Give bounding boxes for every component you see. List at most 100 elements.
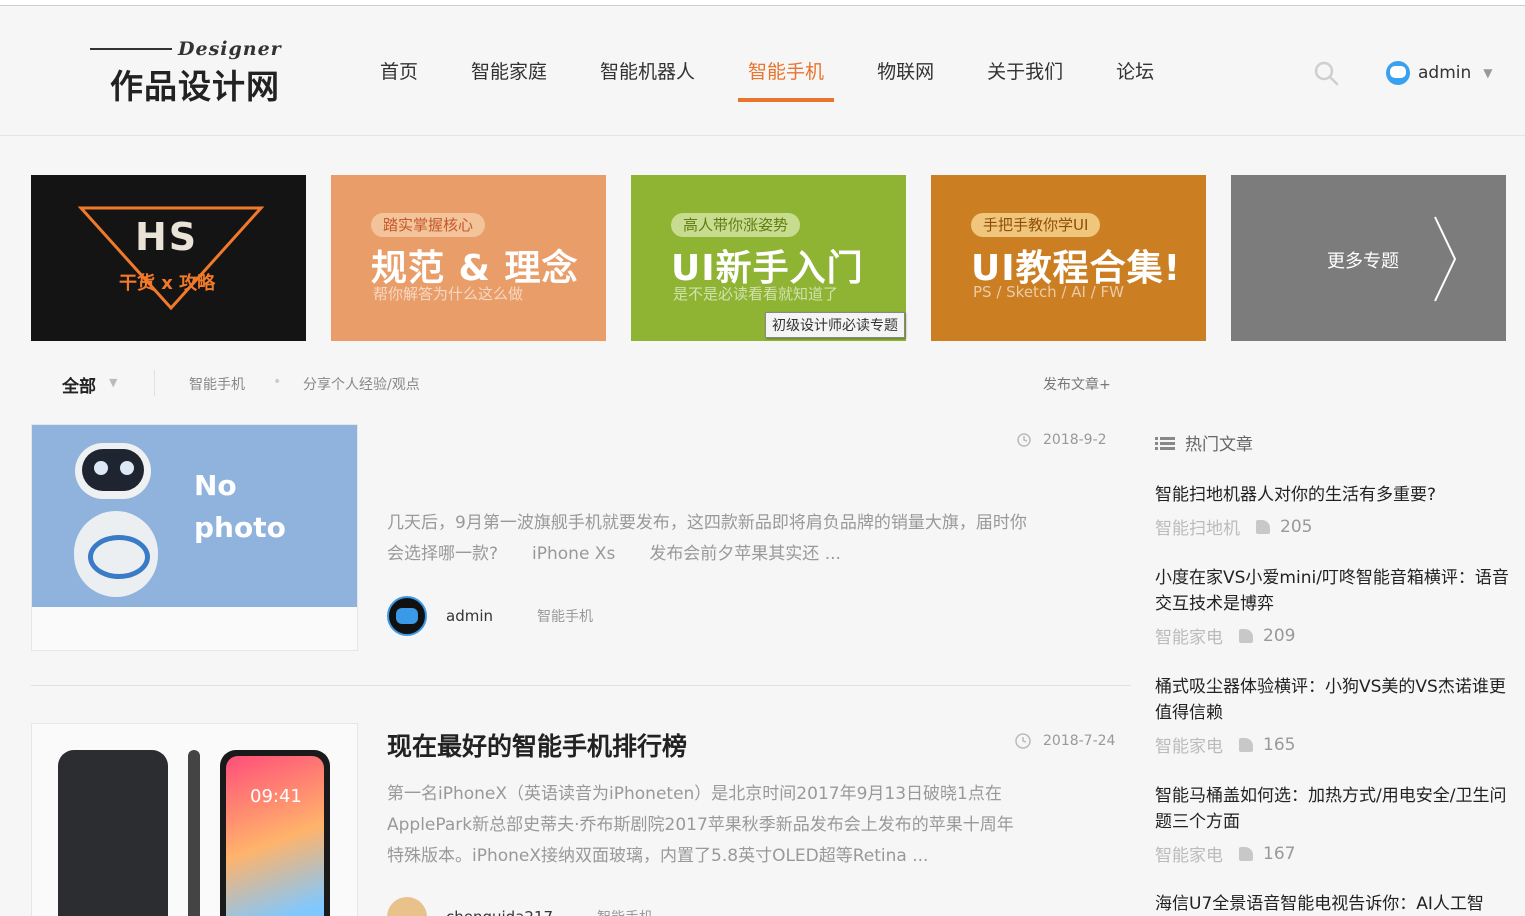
phone-back [58,750,168,916]
banner-tooltip: 初级设计师必读专题 [765,312,905,338]
comment-count: 209 [1263,625,1296,646]
nav-smart-robot[interactable]: 智能机器人 [580,46,715,102]
banner-norms[interactable]: 踏实掌握核心 规范 & 理念 帮你解答为什么这么做 [331,175,606,341]
banner-sub: PS / Sketch / AI / FW [973,283,1125,301]
robot-eye [120,461,134,475]
nav-iot[interactable]: 物联网 [857,46,954,102]
article-item: No photo 2018-9-2 几天后，9月第一波旗舰手机就要发布，这四款新… [31,424,1131,686]
thumbnail-image: 09:41 [58,750,338,916]
more-topics-label: 更多专题 [1327,251,1399,272]
banner-hs-sub: 干货 x 攻略 [119,273,216,294]
comment-icon [1239,846,1253,861]
hot-article-tag[interactable]: 智能家电 [1155,732,1223,757]
date-text: 2018-9-2 [1043,432,1107,448]
robot-ring [88,535,150,579]
filter-dot: • [273,374,282,390]
chevron-down-icon[interactable]: ▼ [109,376,117,389]
article-title[interactable]: 现在最好的智能手机排行榜 [387,727,687,763]
chevron-down-icon: ▼ [1483,66,1493,80]
article-excerpt: 第一名iPhoneX（英语读音为iPhoneten）是北京时间2017年9月13… [387,784,1014,866]
date-text: 2018-7-24 [1043,733,1116,749]
clock-icon [1017,433,1031,447]
article-date: 2018-9-2 [1017,432,1107,448]
hot-article-meta: 智能扫地机 205 [1155,514,1515,540]
site-header: Designer 作品设计网 首页 智能家庭 智能机器人 智能手机 物联网 关于… [0,6,1525,136]
banner-pill: 踏实掌握核心 [371,213,486,237]
site-logo[interactable]: Designer 作品设计网 [90,38,290,108]
comment-count: 165 [1263,734,1296,755]
sidebar-heading-text: 热门文章 [1185,435,1253,455]
hot-article-title[interactable]: 智能马桶盖如何选：加热方式/用电安全/卫生问题三个方面 [1155,783,1515,835]
banner-ui-tutorials[interactable]: 手把手教你学UI UI教程合集! PS / Sketch / AI / FW [931,175,1206,341]
robot-face [82,449,144,491]
nav-smart-phone[interactable]: 智能手机 [728,46,844,102]
author-avatar[interactable] [387,596,427,636]
hot-article-tag[interactable]: 智能家电 [1155,841,1223,866]
hot-article-title[interactable]: 桶式吸尘器体验横评：小狗VS美的VS杰诺谁更值得信赖 [1155,674,1515,726]
search-icon[interactable] [1313,60,1339,86]
nav-forum[interactable]: 论坛 [1096,46,1174,102]
main-nav: 首页 智能家庭 智能机器人 智能手机 物联网 关于我们 论坛 [360,46,1187,102]
filter-share[interactable]: 分享个人经验/观点 [303,374,420,394]
nav-about[interactable]: 关于我们 [967,46,1083,102]
thumbnail-image: No photo [32,425,357,607]
author-avatar[interactable] [387,897,427,916]
banner-hs[interactable]: HS 干货 x 攻略 [31,175,306,341]
hot-article[interactable]: 智能扫地机器人对你的生活有多重要? 智能扫地机 205 [1155,482,1515,539]
clock-icon [1015,733,1031,749]
filter-smart-phone[interactable]: 智能手机 [189,374,245,394]
nav-home[interactable]: 首页 [360,46,438,102]
hot-article[interactable]: 海信U7全景语音智能电视告诉你：AI人工智 [1155,891,1515,916]
filter-bar: 全部 ▼ 智能手机 • 分享个人经验/观点 发布文章+ [31,364,1131,402]
banner-sub: 帮你解答为什么这么做 [373,285,524,303]
logo-cn: 作品设计网 [110,67,280,106]
hot-article[interactable]: 小度在家VS小爱mini/叮咚智能音箱横评：语音交互技术是博弈 智能家电 209 [1155,565,1515,648]
article-item: 09:41 现在最好的智能手机排行榜 2018-7-24 第一名iPhoneX（… [31,723,1131,916]
nav-smart-home[interactable]: 智能家庭 [451,46,567,102]
hot-article-meta: 智能家电 167 [1155,841,1515,867]
article-meta: admin 智能手机 [387,596,593,636]
phone-screen [226,756,324,916]
hot-article-tag[interactable]: 智能家电 [1155,623,1223,648]
user-avatar [1386,61,1410,85]
phone-side [188,750,200,916]
chevron-right-icon [1434,216,1457,302]
article-excerpt: 几天后，9月第一波旗舰手机就要发布，这四款新品即将肩负品牌的销量大旗，届时你会选… [387,513,1027,564]
banner-hs-title: HS [135,215,199,259]
comment-icon [1239,737,1253,752]
user-menu[interactable]: admin ▼ [1386,58,1493,88]
comment-count: 205 [1280,516,1313,537]
robot-eye [94,461,108,475]
hot-article-title[interactable]: 小度在家VS小爱mini/叮咚智能音箱横评：语音交互技术是博弈 [1155,565,1515,617]
banner-sub: 是不是必读看看就知道了 [673,285,839,303]
hot-article-title[interactable]: 智能扫地机器人对你的生活有多重要? [1155,482,1515,508]
list-icon [1155,436,1175,450]
hot-article[interactable]: 智能马桶盖如何选：加热方式/用电安全/卫生问题三个方面 智能家电 167 [1155,783,1515,866]
sidebar-heading: 热门文章 [1155,430,1253,455]
no-photo-line: No [194,469,237,502]
article-category[interactable]: 智能手机 [597,907,653,916]
article-thumbnail[interactable]: No photo [31,424,358,651]
comment-icon [1256,519,1270,534]
article-date: 2018-7-24 [1015,733,1115,749]
no-photo-text: No photo [194,465,286,549]
article-category[interactable]: 智能手机 [537,606,593,626]
no-photo-line: photo [194,511,286,544]
author-name[interactable]: admin [446,607,493,625]
filter-all[interactable]: 全部 [62,372,96,397]
comment-icon [1239,628,1253,643]
hot-article-meta: 智能家电 209 [1155,623,1515,649]
phone-time: 09:41 [250,786,302,807]
user-name: admin [1418,63,1472,83]
banner-more-topics[interactable]: 更多专题 [1231,175,1506,341]
author-name[interactable]: chenguida217 [446,908,553,916]
comment-count: 167 [1263,843,1296,864]
logo-en: Designer [178,38,282,60]
article-thumbnail[interactable]: 09:41 [31,723,358,916]
hot-article-title[interactable]: 海信U7全景语音智能电视告诉你：AI人工智 [1155,891,1515,916]
post-article-link[interactable]: 发布文章+ [1043,374,1111,394]
hot-article-meta: 智能家电 165 [1155,732,1515,758]
hot-article-tag[interactable]: 智能扫地机 [1155,514,1240,539]
hot-article[interactable]: 桶式吸尘器体验横评：小狗VS美的VS杰诺谁更值得信赖 智能家电 165 [1155,674,1515,757]
filter-divider [154,370,155,396]
